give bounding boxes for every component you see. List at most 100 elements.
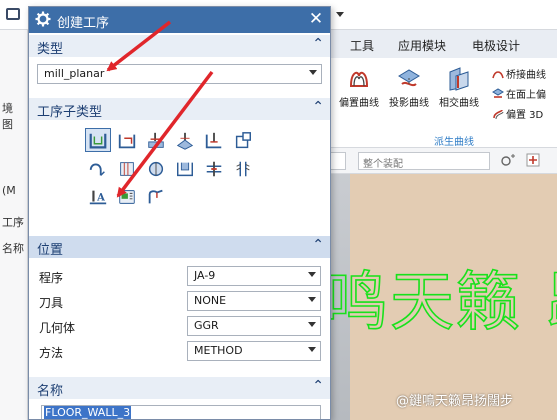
operation-name-input[interactable]: FLOOR_WALL_3 (41, 405, 321, 419)
subtype-button[interactable] (201, 156, 227, 180)
scope-filter-value: 整个装配 (363, 159, 403, 170)
chevron-up-icon[interactable]: ⌃ (312, 99, 324, 115)
chevron-down-icon (308, 297, 316, 302)
subtype-section-header[interactable]: 工序子类型 ⌃ (29, 98, 330, 120)
snap-settings-icon[interactable] (500, 154, 516, 168)
subtype-button[interactable] (230, 128, 256, 152)
mill-control-icon (119, 190, 135, 204)
quick-access-dropdown-icon[interactable] (336, 12, 344, 17)
chevron-up-icon[interactable]: ⌃ (312, 36, 324, 52)
offset-3d-button[interactable]: 偏置 3D (492, 106, 543, 121)
menu-bar: 工具 应用模块 电极设计 (330, 30, 557, 58)
type-select[interactable]: mill_planar (37, 64, 322, 84)
subtype-section-label: 工序子类型 (37, 105, 103, 120)
thread-milling-icon (236, 161, 250, 177)
ribbon-side-label: 桥接曲线 (506, 70, 546, 81)
geometry-row: 几何体 GGR (29, 314, 330, 338)
engraved-text-graphic: 鸣天籁 昂扬 (330, 265, 557, 340)
dialog-title-bar[interactable]: 创建工序 ✕ (29, 7, 330, 33)
subtype-button[interactable] (143, 156, 169, 180)
chevron-up-icon[interactable]: ⌃ (312, 237, 324, 253)
chevron-down-icon (308, 322, 316, 327)
planar-text-icon: A (89, 190, 107, 205)
close-icon[interactable]: ✕ (306, 9, 326, 29)
navigator-strip: 境 图 (M 工序 名称 (0, 30, 28, 420)
subtype-button[interactable] (143, 128, 169, 152)
left-label: (M (2, 184, 16, 197)
method-select[interactable]: METHOD (187, 341, 321, 361)
chevron-down-icon (309, 70, 317, 75)
method-value: METHOD (194, 344, 243, 357)
mill-user-icon (148, 189, 163, 204)
offset-in-face-button[interactable]: 在面上偏 (492, 86, 546, 101)
offset-in-face-icon (492, 87, 504, 98)
ribbon-side-label: 偏置 3D (506, 110, 544, 121)
finish-walls-icon (120, 162, 134, 176)
chevron-up-icon[interactable]: ⌃ (312, 378, 324, 394)
face-milling-icon (148, 132, 164, 148)
bridge-curve-icon (492, 70, 504, 78)
type-section-header[interactable]: 类型 ⌃ (29, 35, 330, 57)
subtype-button[interactable] (143, 184, 169, 208)
method-row: 方法 METHOD (29, 339, 330, 363)
intersect-curve-icon (449, 67, 469, 91)
planar-mill-icon (205, 132, 222, 149)
type-select-value: mill_planar (44, 67, 105, 80)
hole-milling-icon (206, 161, 222, 177)
subtype-button[interactable] (114, 128, 140, 152)
tool-value: NONE (194, 294, 227, 307)
program-row: 程序 JA-9 (29, 264, 330, 288)
chevron-down-icon (308, 347, 316, 352)
chevron-down-icon (308, 272, 316, 277)
ribbon-side-label: 在面上偏 (506, 90, 546, 101)
tool-select[interactable]: NONE (187, 291, 321, 311)
menu-item-tools[interactable]: 工具 (350, 37, 374, 54)
floor-wall-ipw-icon (118, 134, 136, 149)
left-label: 名称 (2, 242, 24, 255)
bridge-curve-button[interactable]: 桥接曲线 (492, 66, 546, 81)
engraved-text: 鸣天籁 昂扬 (330, 266, 557, 340)
gear-icon (35, 11, 51, 27)
face-milling-area-icon (176, 132, 194, 150)
create-operation-dialog: 创建工序 ✕ 类型 ⌃ mill_planar 工序子类型 ⌃ A 位置 ⌃ 程… (28, 6, 331, 420)
name-section-header[interactable]: 名称 ⌃ (29, 377, 330, 399)
subtype-button[interactable] (172, 128, 198, 152)
point-snap-icon[interactable] (526, 153, 540, 167)
type-filter-dropdown[interactable] (330, 152, 346, 170)
name-section-label: 名称 (37, 384, 64, 399)
subtype-button[interactable] (230, 156, 256, 180)
planar-profile-icon (235, 132, 251, 149)
tool-label: 刀具 (39, 296, 64, 310)
menu-item-application[interactable]: 应用模块 (398, 37, 446, 54)
geometry-select[interactable]: GGR (187, 316, 321, 336)
program-select[interactable]: JA-9 (187, 266, 321, 286)
ribbon-group-label: 派生曲线 (434, 137, 474, 148)
tool-row: 刀具 NONE (29, 289, 330, 313)
subtype-button[interactable]: A (85, 184, 111, 208)
subtype-button[interactable] (114, 184, 140, 208)
method-label: 方法 (39, 346, 64, 360)
intersect-curve-button[interactable]: 相交曲线 (430, 66, 488, 109)
offset-3d-icon (493, 109, 504, 119)
ribbon-button-label: 相交曲线 (439, 98, 479, 109)
geometry-value: GGR (194, 319, 219, 332)
position-section-label: 位置 (37, 243, 64, 258)
save-icon[interactable] (6, 8, 20, 20)
subtype-button[interactable] (85, 128, 111, 152)
left-label: 图 (2, 118, 13, 131)
position-section-header[interactable]: 位置 ⌃ (29, 236, 330, 258)
scope-filter-dropdown[interactable]: 整个装配 (358, 152, 490, 170)
menu-item-electrode[interactable]: 电极设计 (472, 37, 520, 54)
project-curve-icon (398, 69, 420, 87)
program-value: JA-9 (194, 269, 216, 282)
subtype-button[interactable] (85, 156, 111, 180)
floor-wall-icon (89, 133, 107, 149)
watermark: @鍵鳴天籁昂扬闊步 (396, 394, 514, 409)
clean-up-corners-icon (89, 163, 105, 176)
subtype-button[interactable] (114, 156, 140, 180)
offset-curve-icon (349, 71, 369, 87)
subtype-button[interactable] (172, 156, 198, 180)
left-label: 工序 (2, 216, 24, 229)
dialog-title: 创建工序 (57, 16, 110, 31)
subtype-button[interactable] (201, 128, 227, 152)
